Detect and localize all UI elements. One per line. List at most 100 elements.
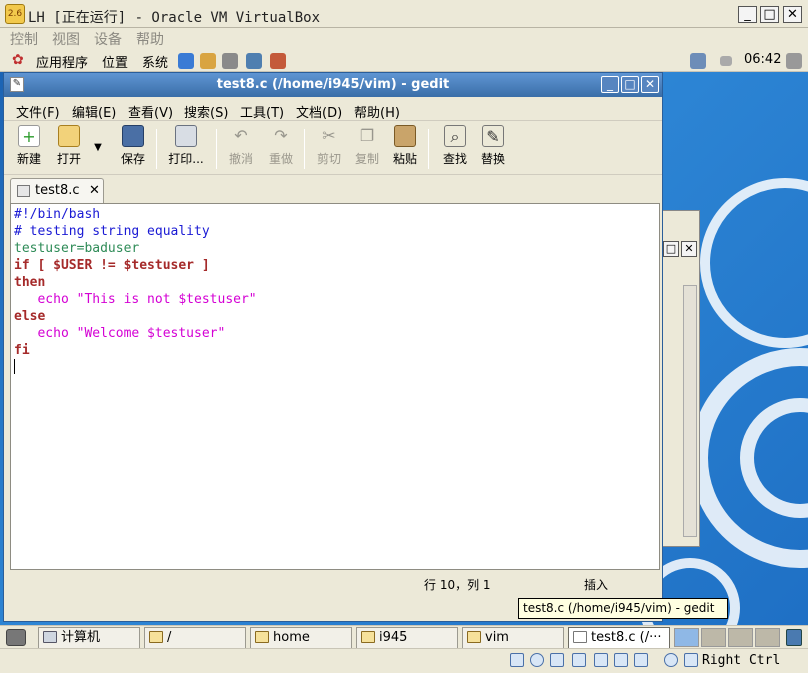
background-scrollbar[interactable] (683, 285, 697, 537)
editor-launcher-icon[interactable] (222, 53, 238, 69)
gnome-foot-icon: ✿ (12, 52, 24, 68)
code-line: else (14, 309, 46, 324)
paste-button[interactable]: 粘贴 (388, 125, 422, 167)
close-button[interactable]: ✕ (783, 6, 802, 23)
close-tab-icon[interactable]: ✕ (89, 183, 100, 198)
network-adapter-icon[interactable] (572, 653, 586, 667)
workspace-2[interactable] (701, 628, 726, 647)
maximize-button[interactable]: □ (760, 6, 779, 23)
code-line: echo "Welcome $testuser" (14, 326, 226, 341)
open-folder-icon (58, 125, 80, 147)
menu-edit[interactable]: 编辑(E) (72, 102, 116, 121)
help-launcher-icon[interactable] (270, 53, 286, 69)
redo-button[interactable]: ↷ 重做 (264, 125, 298, 167)
menu-system[interactable]: 系统 (142, 52, 168, 71)
find-button[interactable]: ⌕ 查找 (438, 125, 472, 167)
replace-pen-icon: ✎ (482, 125, 504, 147)
open-dropdown-button[interactable]: ▼ (92, 139, 104, 153)
menu-view[interactable]: 查看(V) (128, 102, 173, 121)
tab-row: test8.c ✕ (4, 175, 662, 204)
gedit-toolbar: + 新建 打开 ▼ 保存 打印... ↶ 撤消 ↷ 重做 ✂ 剪切 ❐ 复制 粘… (4, 121, 662, 175)
clipboard-icon (394, 125, 416, 147)
mail-launcher-icon[interactable] (200, 53, 216, 69)
menu-documents[interactable]: 文档(D) (296, 102, 342, 121)
text-editor[interactable]: #!/bin/bash # testing string equality te… (10, 203, 660, 570)
menu-tools[interactable]: 工具(T) (240, 102, 284, 121)
virtualbox-icon: 2.6 (5, 4, 25, 24)
cd-icon[interactable] (530, 653, 544, 667)
menu-control[interactable]: 控制 (10, 29, 38, 49)
usb-icon[interactable] (550, 653, 564, 667)
undo-button[interactable]: ↶ 撤消 (224, 125, 258, 167)
background-maximize-button[interactable]: □ (663, 241, 679, 257)
mouse-integration-icon[interactable] (664, 653, 678, 667)
gedit-title: test8.c (/home/i945/vim) - gedit (216, 77, 450, 92)
menu-file[interactable]: 文件(F) (16, 102, 60, 121)
show-desktop-icon[interactable] (6, 629, 26, 646)
menu-help[interactable]: 帮助(H) (354, 102, 400, 121)
terminal-launcher-icon[interactable] (246, 53, 262, 69)
menu-places[interactable]: 位置 (102, 52, 128, 71)
tab-test8c[interactable]: test8.c ✕ (10, 178, 104, 204)
gedit-minimize-button[interactable]: _ (601, 76, 619, 93)
code-line: fi (14, 343, 30, 358)
gedit-title-bar: ✎ test8.c (/home/i945/vim) - gedit _ □ ✕ (4, 73, 662, 97)
taskbar-item-root[interactable]: / (144, 627, 246, 648)
code-line: testuser=baduser (14, 241, 140, 256)
document-icon (17, 185, 30, 197)
menu-view[interactable]: 视图 (52, 29, 80, 49)
open-button[interactable]: 打开 (52, 125, 86, 167)
taskbar-item-i945[interactable]: i945 (356, 627, 458, 648)
cursor-position: 行 10，列 1 (424, 578, 491, 592)
replace-button[interactable]: ✎ 替换 (476, 125, 510, 167)
minimize-button[interactable]: _ (738, 6, 757, 23)
trash-icon[interactable] (786, 629, 802, 646)
gedit-close-button[interactable]: ✕ (641, 76, 659, 93)
shared-folder-icon[interactable] (594, 653, 608, 667)
scissors-icon: ✂ (322, 126, 336, 145)
window-title: LH [正在运行] - Oracle VM VirtualBox (28, 10, 321, 26)
menu-applications[interactable]: 应用程序 (36, 52, 88, 71)
taskbar-item-home[interactable]: home (250, 627, 352, 648)
workspace-4[interactable] (755, 628, 780, 647)
menu-devices[interactable]: 设备 (94, 29, 122, 49)
tooltip: test8.c (/home/i945/vim) - gedit (518, 598, 728, 619)
background-close-button[interactable]: ✕ (681, 241, 697, 257)
browser-launcher-icon[interactable] (178, 53, 194, 69)
menu-search[interactable]: 搜索(S) (184, 102, 228, 121)
status-bar: 行 10，列 1 插入 (4, 573, 662, 593)
network-icon[interactable] (690, 53, 706, 69)
insert-mode: 插入 (584, 578, 609, 592)
host-key-label: Right Ctrl (702, 653, 781, 668)
magnifier-icon: ⌕ (444, 125, 466, 147)
virtualbox-title-bar: 2.6 LH [正在运行] - Oracle VM VirtualBox _ □… (0, 0, 808, 28)
new-file-icon: + (18, 125, 40, 147)
background-window[interactable]: □ ✕ (662, 210, 700, 547)
keyboard-capture-icon[interactable] (684, 653, 698, 667)
virtualization-icon[interactable] (634, 653, 648, 667)
save-button[interactable]: 保存 (116, 125, 150, 167)
taskbar-item-computer[interactable]: 计算机 (38, 627, 140, 648)
taskbar-item-gedit[interactable]: test8.c (/··· (568, 627, 670, 648)
code-line: then (14, 275, 46, 290)
code-line: echo "This is not $testuser" (14, 292, 257, 307)
gedit-maximize-button[interactable]: □ (621, 76, 639, 93)
code-line: #!/bin/bash (14, 207, 101, 222)
print-button[interactable]: 打印... (164, 125, 208, 167)
copy-icon: ❐ (359, 126, 375, 145)
video-capture-icon[interactable] (614, 653, 628, 667)
workspace-3[interactable] (728, 628, 753, 647)
toolbar-separator (304, 129, 305, 169)
clock[interactable]: 06:42 (744, 52, 781, 67)
taskbar-item-vim[interactable]: vim (462, 627, 564, 648)
power-icon[interactable] (786, 53, 802, 69)
menu-help[interactable]: 帮助 (136, 29, 164, 49)
wallpaper-swirl (700, 178, 808, 348)
volume-icon[interactable] (720, 56, 732, 66)
cut-button[interactable]: ✂ 剪切 (312, 125, 346, 167)
hdd-icon[interactable] (510, 653, 524, 667)
workspace-1[interactable] (674, 628, 699, 647)
printer-icon (175, 125, 197, 147)
new-button[interactable]: + 新建 (12, 125, 46, 167)
copy-button[interactable]: ❐ 复制 (350, 125, 384, 167)
